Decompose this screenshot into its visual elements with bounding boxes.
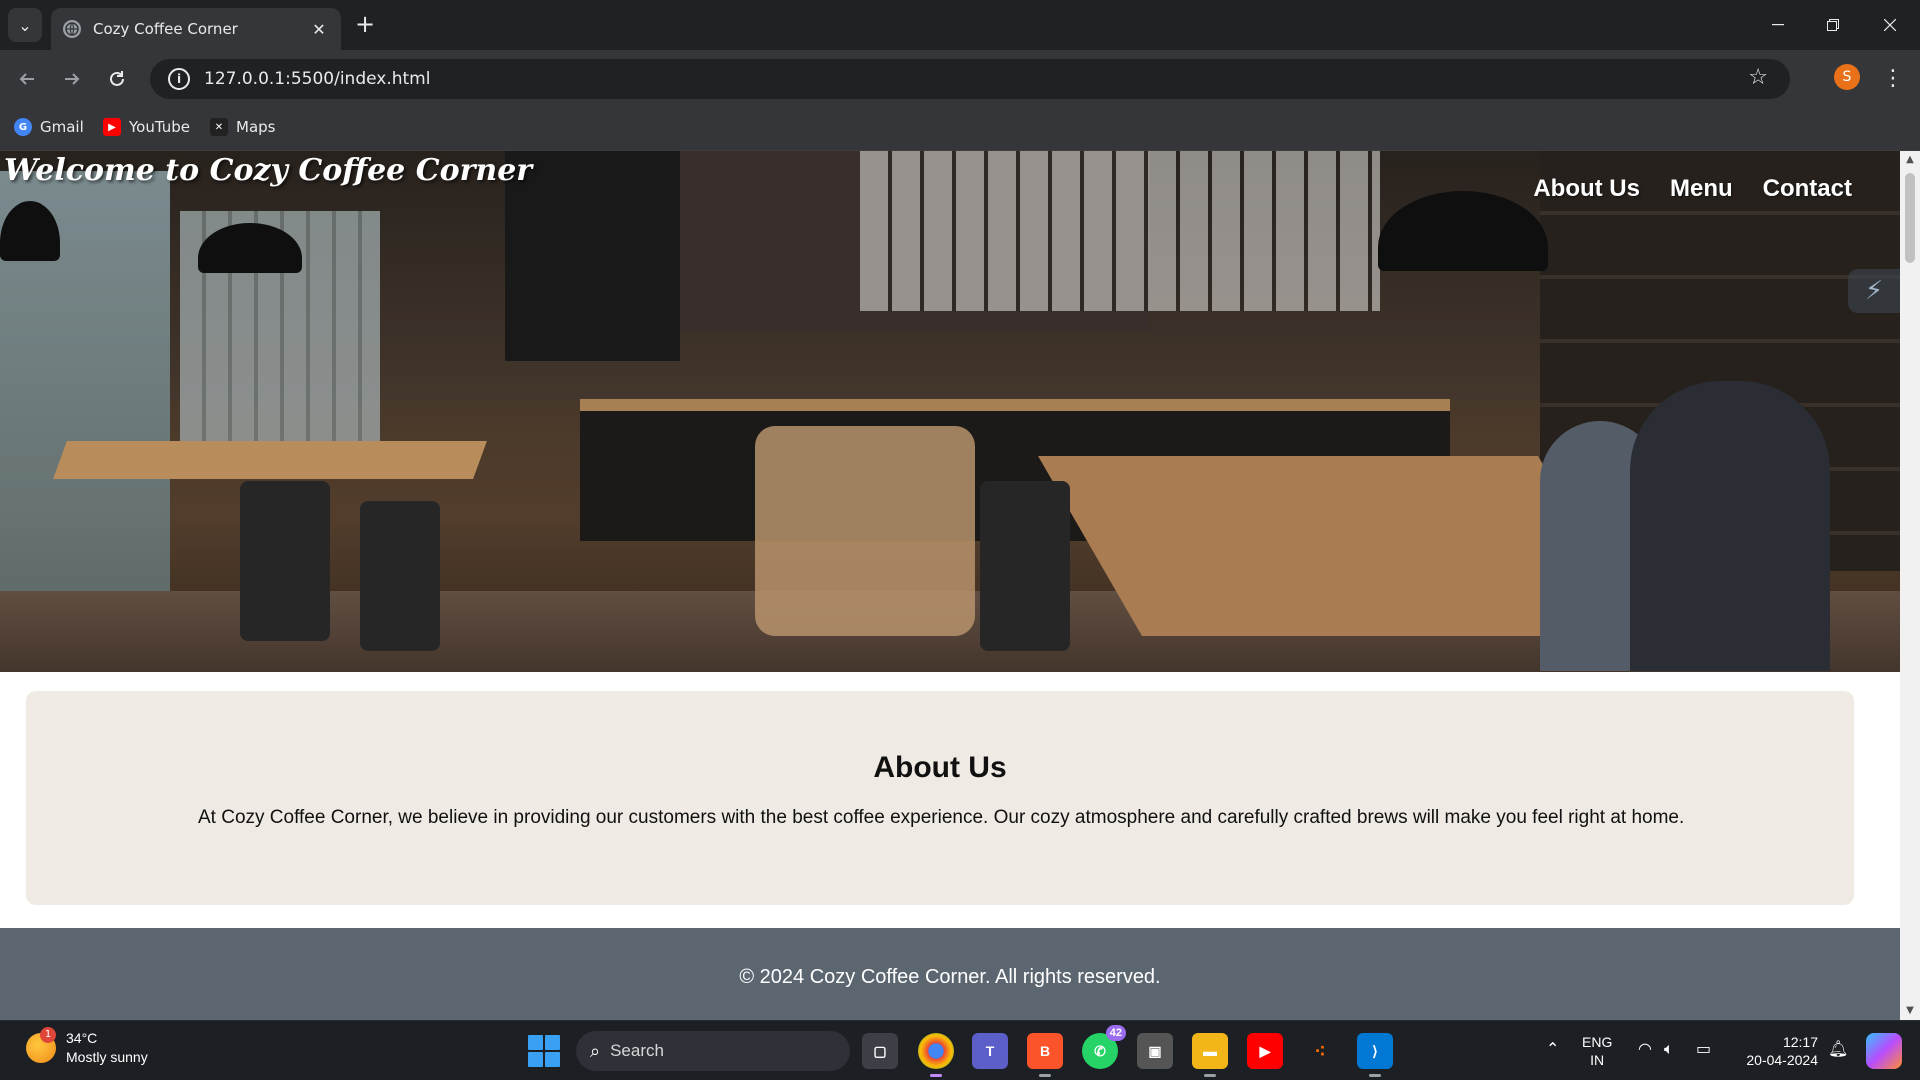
- taskbar-search[interactable]: ⌕ Search: [576, 1031, 850, 1071]
- google-icon: G: [14, 118, 32, 136]
- page-viewport: Welcome to Cozy Coffee Corner About Us M…: [0, 151, 1900, 1020]
- whatsapp-badge: 42: [1105, 1025, 1126, 1041]
- back-button[interactable]: [10, 62, 44, 96]
- copilot-icon[interactable]: [1866, 1033, 1902, 1069]
- whatsapp-icon[interactable]: ✆ 42: [1082, 1025, 1126, 1069]
- extension-lightning-icon[interactable]: ⚡: [1848, 269, 1900, 313]
- wifi-icon[interactable]: ◠: [1638, 1039, 1652, 1058]
- bookmarks-bar: G Gmail ▶ YouTube ✕ Maps: [0, 108, 1920, 151]
- weather-badge: 1: [40, 1027, 56, 1043]
- restore-button[interactable]: [1813, 10, 1853, 40]
- chrome-icon[interactable]: [918, 1033, 954, 1077]
- site-info-icon[interactable]: i: [168, 68, 190, 90]
- footer-copyright: © 2024 Cozy Coffee Corner. All rights re…: [739, 966, 1161, 988]
- about-heading: About Us: [873, 751, 1007, 784]
- search-label: Search: [610, 1041, 664, 1060]
- scroll-thumb[interactable]: [1905, 173, 1915, 263]
- about-section: About Us At Cozy Coffee Corner, we belie…: [26, 691, 1854, 905]
- about-text: At Cozy Coffee Corner, we believe in pro…: [198, 807, 1685, 828]
- tab-title: Cozy Coffee Corner: [93, 20, 238, 38]
- close-tab-icon[interactable]: ✕: [309, 20, 329, 39]
- app-window-icon[interactable]: ▣: [1137, 1033, 1173, 1069]
- windows-taskbar: 1 34°C Mostly sunny ⌕ Search ▢ T B ✆ 42 ▣…: [0, 1020, 1920, 1080]
- weather-desc: Mostly sunny: [66, 1049, 148, 1065]
- site-nav: About Us Menu Contact: [1533, 175, 1852, 203]
- globe-icon: [63, 20, 81, 38]
- url-text: 127.0.0.1:5500/index.html: [204, 69, 431, 89]
- browser-tab[interactable]: Cozy Coffee Corner ✕: [51, 8, 341, 50]
- battery-icon[interactable]: ▭: [1696, 1039, 1711, 1058]
- bookmark-gmail[interactable]: G Gmail: [14, 118, 84, 136]
- language-code: ENG: [1582, 1034, 1613, 1050]
- close-window-button[interactable]: [1870, 10, 1910, 40]
- maps-icon: ✕: [210, 118, 228, 136]
- profile-avatar[interactable]: S: [1834, 64, 1860, 90]
- minimize-button[interactable]: [1758, 10, 1798, 40]
- scroll-down-arrow-icon[interactable]: ▼: [1905, 1006, 1915, 1016]
- weather-widget[interactable]: 1 34°C Mostly sunny: [26, 1027, 148, 1067]
- language-indicator[interactable]: ENG IN: [1582, 1033, 1612, 1069]
- reload-button[interactable]: [100, 62, 134, 96]
- hero-cafe-image: Welcome to Cozy Coffee Corner About Us M…: [0, 151, 1900, 672]
- bookmark-label: YouTube: [129, 118, 190, 136]
- nav-contact[interactable]: Contact: [1763, 175, 1852, 203]
- forward-button[interactable]: [55, 62, 89, 96]
- chevron-up-icon[interactable]: ⌃: [1546, 1039, 1559, 1058]
- file-explorer-icon[interactable]: ▬: [1192, 1033, 1228, 1077]
- nav-about-us[interactable]: About Us: [1533, 175, 1640, 203]
- page-scrollbar[interactable]: ▲ ▼: [1900, 151, 1920, 1020]
- bookmark-maps[interactable]: ✕ Maps: [210, 118, 275, 136]
- youtube-app-icon[interactable]: ▶: [1247, 1033, 1283, 1069]
- task-view-icon[interactable]: ▢: [862, 1033, 898, 1069]
- bookmark-star-icon[interactable]: ☆: [1748, 65, 1768, 90]
- bookmark-label: Gmail: [40, 118, 84, 136]
- nav-menu[interactable]: Menu: [1670, 175, 1733, 203]
- clock-date: 20-04-2024: [1746, 1052, 1818, 1068]
- browser-menu-icon[interactable]: ⋮: [1880, 62, 1906, 96]
- bookmark-youtube[interactable]: ▶ YouTube: [103, 118, 190, 136]
- chevron-down-icon: ⌄: [18, 15, 32, 35]
- bookmark-label: Maps: [236, 118, 276, 136]
- scroll-up-arrow-icon[interactable]: ▲: [1905, 155, 1915, 165]
- address-bar[interactable]: i 127.0.0.1:5500/index.html ☆: [150, 59, 1790, 99]
- youtube-icon: ▶: [103, 118, 121, 136]
- tab-search-button[interactable]: ⌄: [8, 8, 42, 42]
- vscode-icon[interactable]: ⟩: [1357, 1033, 1393, 1077]
- brave-icon[interactable]: B: [1027, 1033, 1063, 1077]
- clock-time: 12:17: [1782, 1034, 1818, 1050]
- browser-tab-strip: ⌄ Cozy Coffee Corner ✕ +: [0, 0, 1920, 50]
- app-orange-icon[interactable]: ⁖: [1302, 1033, 1338, 1069]
- clock[interactable]: 12:17 20-04-2024: [1734, 1033, 1818, 1069]
- site-footer: © 2024 Cozy Coffee Corner. All rights re…: [0, 928, 1900, 1020]
- browser-toolbar: i 127.0.0.1:5500/index.html ☆ S ⋮: [0, 50, 1920, 108]
- search-icon: ⌕: [590, 1040, 601, 1061]
- new-tab-button[interactable]: +: [352, 12, 378, 38]
- volume-icon[interactable]: 🔈︎: [1664, 1039, 1674, 1059]
- weather-temp: 34°C: [66, 1030, 98, 1046]
- sun-icon: 1: [26, 1027, 56, 1063]
- language-region: IN: [1590, 1052, 1605, 1068]
- notification-bell-icon[interactable]: 🔔︎: [1828, 1039, 1848, 1058]
- start-button[interactable]: [528, 1035, 560, 1067]
- teams-icon[interactable]: T: [972, 1033, 1008, 1069]
- site-title: Welcome to Cozy Coffee Corner: [4, 153, 533, 188]
